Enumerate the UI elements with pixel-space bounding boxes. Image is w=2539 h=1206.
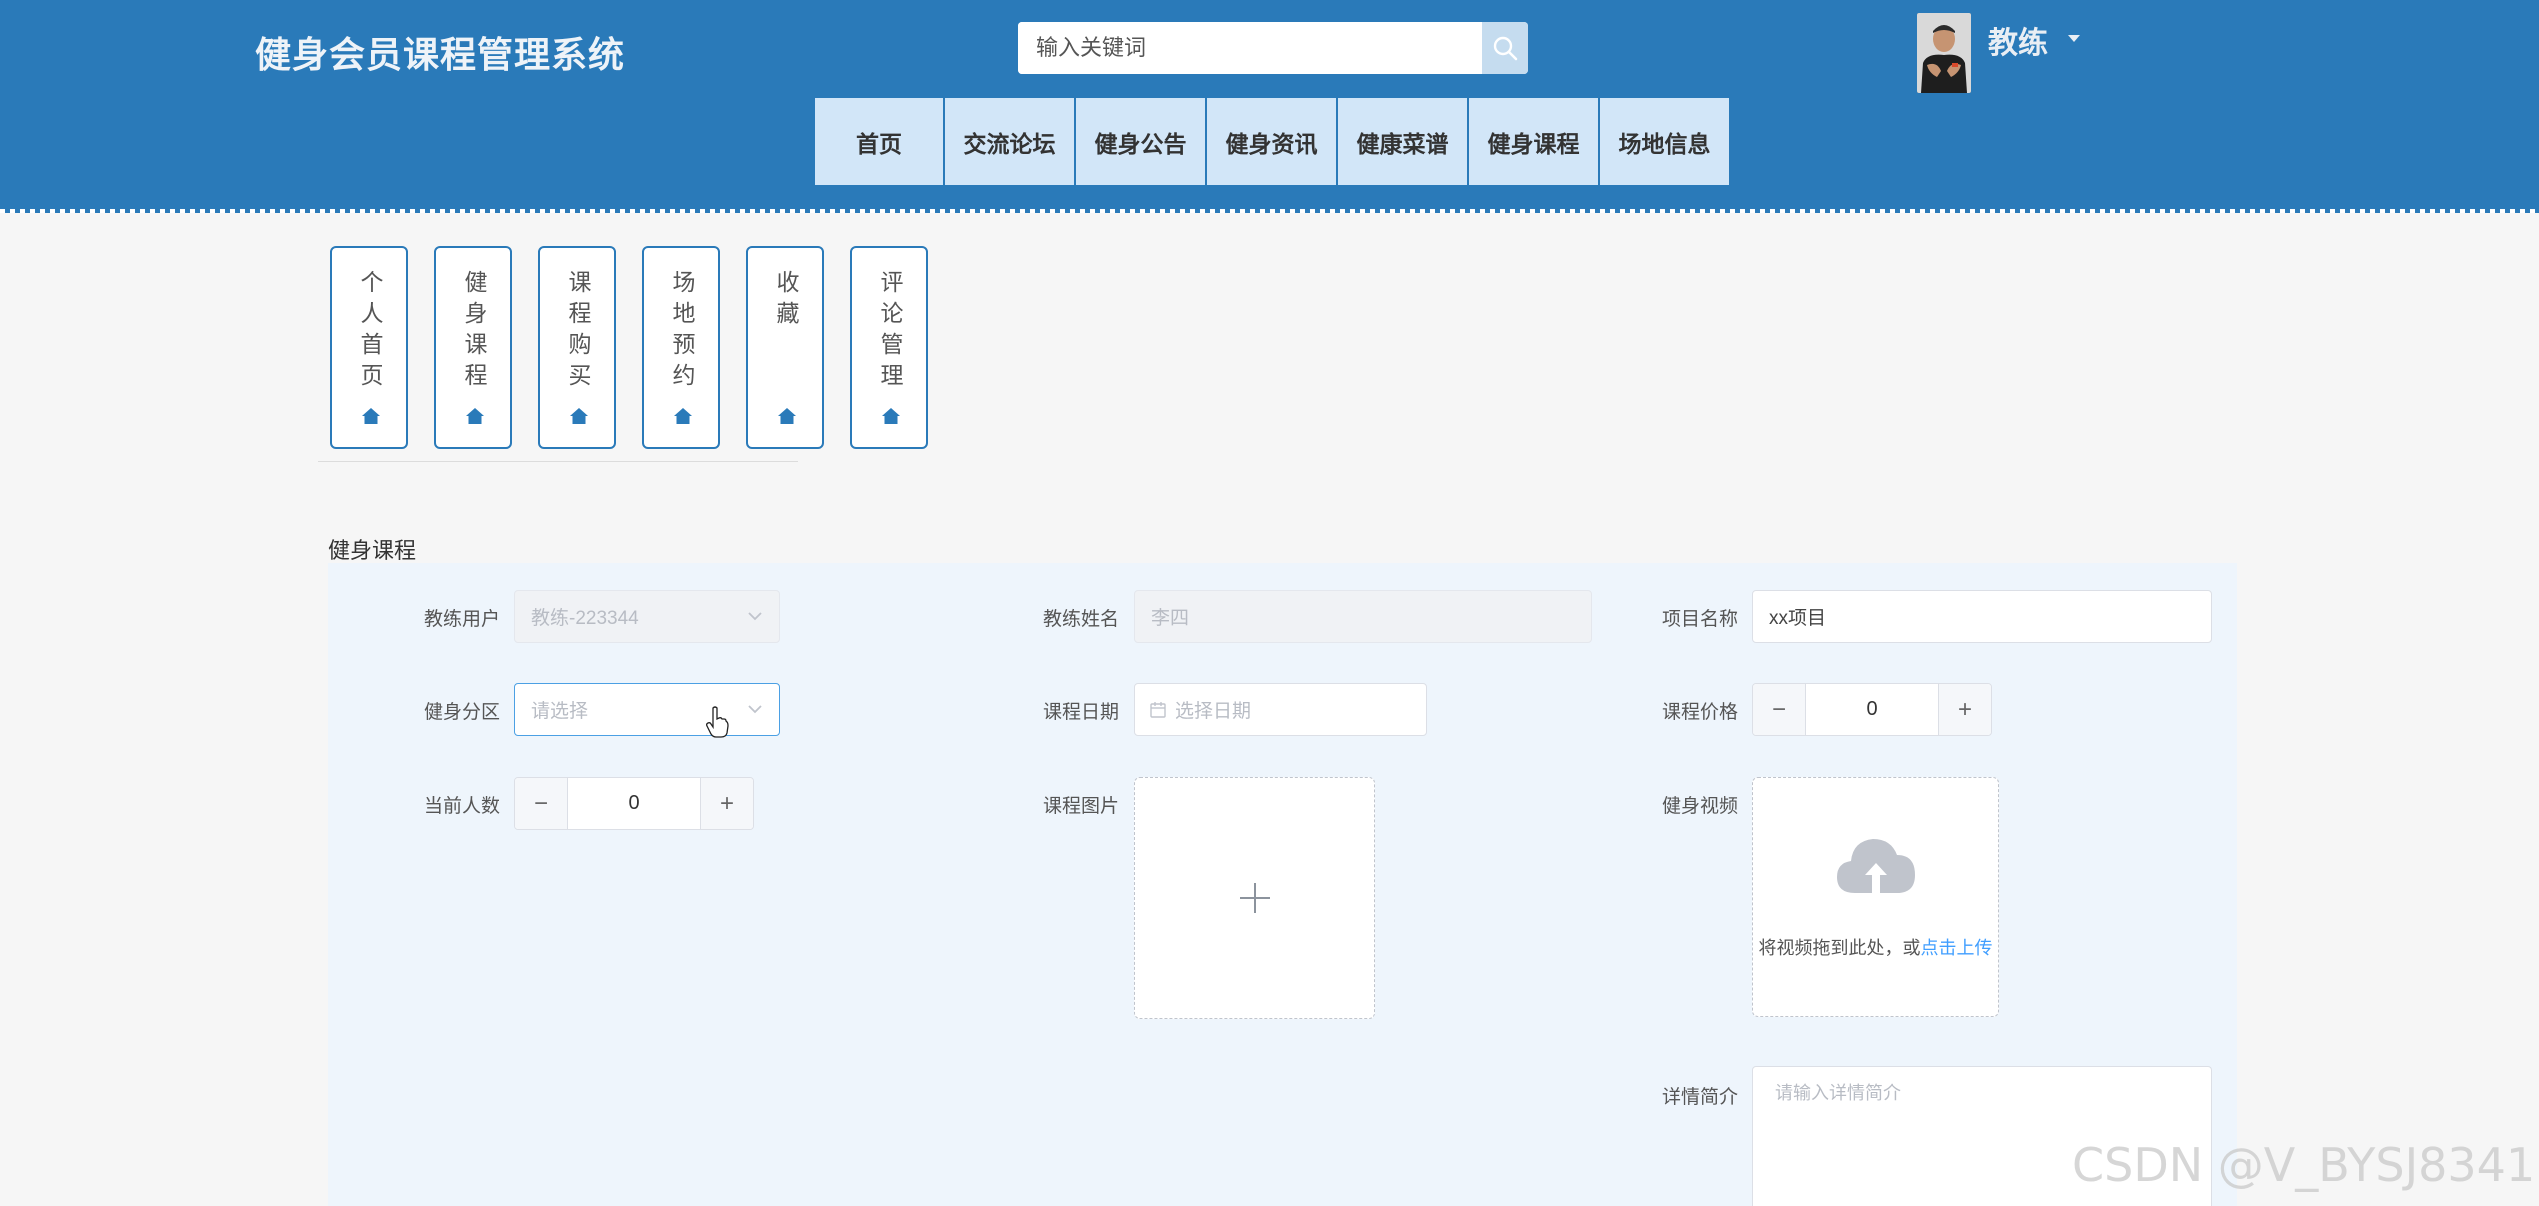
menu-card-profile[interactable]: 个人首页 <box>330 246 408 449</box>
page: 健身会员课程管理系统 教练 首页 <box>0 0 2539 1206</box>
menu-card-label: 课程购买 <box>564 270 590 394</box>
chevron-down-icon <box>748 705 762 714</box>
nav-item-venues[interactable]: 场地信息 <box>1600 98 1729 185</box>
upload-hint: 将视频拖到此处，或点击上传 <box>1753 934 1998 960</box>
coach-name-field: 李四 <box>1134 590 1592 643</box>
intro-placeholder: 请输入详情简介 <box>1775 1083 1901 1103</box>
course-date-picker[interactable]: 选择日期 <box>1134 683 1427 736</box>
intro-label: 详情简介 <box>1661 1087 1738 1108</box>
avatar-image <box>1917 13 1971 93</box>
upload-hint-text: 将视频拖到此处，或 <box>1758 938 1921 958</box>
watermark: CSDN @V_BYSJ8341 <box>2072 1138 2536 1192</box>
home-icon <box>466 408 484 424</box>
home-icon <box>570 408 588 424</box>
search-button[interactable] <box>1482 22 1528 74</box>
nav-item-forum[interactable]: 交流论坛 <box>945 98 1074 185</box>
course-date-placeholder: 选择日期 <box>1175 701 1252 722</box>
count-value[interactable]: 0 <box>568 778 700 829</box>
cloud-upload-icon <box>1837 839 1915 893</box>
coach-user-label: 教练用户 <box>423 609 500 630</box>
search-bar <box>1018 22 1528 74</box>
zone-label: 健身分区 <box>423 702 500 723</box>
project-name-value: xx项目 <box>1769 608 1827 629</box>
menu-card-label: 健身课程 <box>460 270 486 394</box>
fitness-video-label: 健身视频 <box>1661 796 1738 817</box>
price-decrease-button[interactable]: − <box>1753 684 1806 735</box>
project-name-input[interactable]: xx项目 <box>1752 590 2212 643</box>
home-icon <box>882 408 900 424</box>
main-nav: 首页 交流论坛 健身公告 健身资讯 健康菜谱 健身课程 场地信息 <box>815 98 1731 185</box>
coach-user-value: 教练-223344 <box>531 608 639 629</box>
top-header: 健身会员课程管理系统 教练 首页 <box>0 0 2539 213</box>
calendar-icon <box>1150 701 1166 718</box>
chevron-down-icon <box>748 612 762 621</box>
course-date-label: 课程日期 <box>1042 702 1119 723</box>
menu-card-comments[interactable]: 评论管理 <box>850 246 928 449</box>
user-dropdown-caret-icon[interactable] <box>2068 35 2080 42</box>
menu-card-label: 评论管理 <box>876 270 902 394</box>
upload-link[interactable]: 点击上传 <box>1921 938 1993 958</box>
nav-item-news[interactable]: 健身资讯 <box>1207 98 1336 185</box>
price-increase-button[interactable]: + <box>1938 684 1991 735</box>
nav-item-announcements[interactable]: 健身公告 <box>1076 98 1205 185</box>
menu-card-label: 收藏 <box>772 270 798 332</box>
hand-cursor-icon <box>706 706 729 738</box>
fitness-video-upload[interactable]: 将视频拖到此处，或点击上传 <box>1752 777 1999 1017</box>
plus-icon <box>1239 883 1270 913</box>
current-count-label: 当前人数 <box>423 796 500 817</box>
menu-card-label: 个人首页 <box>356 270 382 394</box>
count-increase-button[interactable]: + <box>700 778 753 829</box>
menu-divider <box>318 461 798 462</box>
search-input[interactable] <box>1018 22 1482 74</box>
site-title: 健身会员课程管理系统 <box>255 34 626 75</box>
avatar[interactable] <box>1917 13 1971 93</box>
menu-card-favorites[interactable]: 收藏 <box>746 246 824 449</box>
project-name-label: 项目名称 <box>1661 609 1738 630</box>
course-image-label: 课程图片 <box>1042 796 1119 817</box>
home-icon <box>778 408 796 424</box>
course-price-label: 课程价格 <box>1661 702 1738 723</box>
menu-card-purchases[interactable]: 课程购买 <box>538 246 616 449</box>
coach-name-value: 李四 <box>1151 608 1190 629</box>
course-price-stepper: − 0 + <box>1752 683 1992 736</box>
menu-card-reservations[interactable]: 场地预约 <box>642 246 720 449</box>
course-image-upload[interactable] <box>1134 777 1375 1019</box>
zone-placeholder: 请选择 <box>531 701 589 722</box>
search-icon <box>1493 36 1518 61</box>
menu-card-courses[interactable]: 健身课程 <box>434 246 512 449</box>
coach-name-label: 教练姓名 <box>1042 609 1119 630</box>
home-icon <box>362 408 380 424</box>
count-decrease-button[interactable]: − <box>515 778 568 829</box>
price-value[interactable]: 0 <box>1806 684 1938 735</box>
coach-user-select: 教练-223344 <box>514 590 780 643</box>
user-name[interactable]: 教练 <box>1988 18 2048 62</box>
current-count-stepper: − 0 + <box>514 777 754 830</box>
zone-select[interactable]: 请选择 <box>514 683 780 738</box>
home-icon <box>674 408 692 424</box>
menu-card-label: 场地预约 <box>668 270 694 394</box>
nav-item-courses[interactable]: 健身课程 <box>1469 98 1598 185</box>
nav-item-recipes[interactable]: 健康菜谱 <box>1338 98 1467 185</box>
nav-item-home[interactable]: 首页 <box>815 98 943 185</box>
section-title: 健身课程 <box>328 538 417 563</box>
